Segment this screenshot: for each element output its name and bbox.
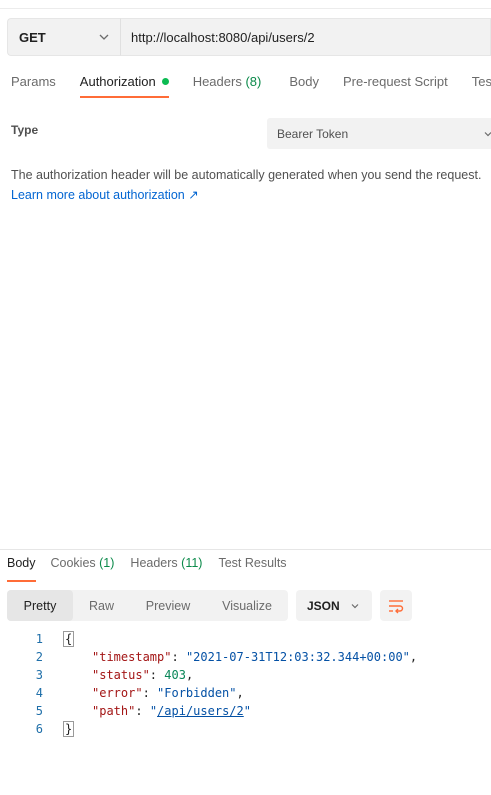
response-tabs: Body Cookies (1) Headers (11) Test Resul… — [0, 556, 287, 582]
close-brace: } — [63, 721, 75, 737]
line-number: 1 — [35, 632, 43, 646]
code-line: "status": 403, — [92, 668, 194, 682]
view-pretty-button[interactable]: Pretty — [7, 590, 73, 621]
line-number: 2 — [35, 650, 43, 664]
tab-pre-request-script[interactable]: Pre-request Script — [343, 66, 448, 98]
json-value: "2021-07-31T12:03:32.344+00:00" — [185, 650, 410, 664]
json-key: "status" — [92, 668, 150, 682]
json-value: 403 — [164, 668, 186, 682]
auth-type-value: Bearer Token — [277, 126, 349, 141]
chevron-down-icon — [484, 131, 491, 136]
tab-authorization[interactable]: Authorization — [79, 66, 169, 98]
tab-label: Params — [11, 74, 56, 89]
tab-headers[interactable]: Headers (8) — [193, 66, 262, 98]
view-mode-toggle: Pretty Raw Preview Visualize — [7, 590, 288, 621]
tab-count: (1) — [99, 556, 115, 570]
tab-label: Tests — [471, 74, 491, 89]
top-divider — [0, 8, 491, 9]
json-key: "error" — [92, 686, 143, 700]
line-number: 3 — [35, 668, 43, 682]
json-value: "Forbidden" — [157, 686, 237, 700]
json-quote: " — [243, 704, 251, 718]
wrap-lines-icon — [389, 599, 404, 613]
status-dot-icon — [161, 78, 169, 85]
json-key: "path" — [92, 704, 136, 718]
tab-cookies[interactable]: Cookies (1) — [51, 556, 115, 582]
auth-type-select[interactable]: Bearer Token — [267, 118, 491, 149]
tab-label: Headers — [130, 556, 182, 570]
method-select[interactable]: GET — [7, 18, 120, 56]
chevron-down-icon — [99, 34, 109, 40]
tab-label: Body — [7, 556, 36, 570]
tab-tests[interactable]: Tests — [472, 66, 491, 98]
tab-label: Body — [289, 74, 319, 89]
tab-label: Authorization — [79, 74, 156, 89]
view-raw-button[interactable]: Raw — [73, 590, 130, 621]
tab-params[interactable]: Params — [11, 66, 56, 98]
json-quote: " — [149, 704, 158, 718]
wrap-lines-button[interactable] — [380, 590, 412, 621]
code-line: "error": "Forbidden", — [92, 686, 244, 700]
tab-body[interactable]: Body — [289, 66, 319, 98]
view-visualize-button[interactable]: Visualize — [206, 590, 288, 621]
open-brace: { — [63, 631, 75, 647]
tab-test-results[interactable]: Test Results — [218, 556, 286, 582]
format-value: JSON — [307, 598, 340, 613]
json-key: "timestamp" — [92, 650, 172, 664]
code-line: } — [63, 721, 75, 737]
line-number: 5 — [35, 704, 43, 718]
view-preview-button[interactable]: Preview — [130, 590, 206, 621]
line-number: 4 — [35, 686, 43, 700]
tab-label: Test Results — [218, 556, 287, 570]
path-link[interactable]: /api/users/2 — [157, 704, 244, 718]
chevron-down-icon — [351, 603, 359, 608]
auth-info-text: The authorization header will be automat… — [11, 168, 482, 182]
code-line: "path": "/api/users/2" — [92, 704, 251, 718]
url-input[interactable]: http://localhost:8080/api/users/2 — [120, 18, 491, 56]
request-bar: GET http://localhost:8080/api/users/2 — [7, 18, 491, 56]
method-label: GET — [19, 29, 46, 45]
code-line: { — [63, 631, 75, 647]
format-select[interactable]: JSON — [296, 590, 372, 621]
request-tabs: Params Authorization Headers (8) Body Pr… — [0, 66, 491, 98]
line-number: 6 — [35, 722, 43, 736]
learn-more-link[interactable]: Learn more about authorization ↗ — [11, 187, 199, 202]
tab-response-body[interactable]: Body — [7, 556, 36, 582]
tab-label: Cookies — [50, 556, 100, 570]
tab-label: Headers — [192, 74, 246, 89]
tab-count: (11) — [181, 556, 203, 570]
tab-response-headers[interactable]: Headers (11) — [130, 556, 202, 582]
tab-label: Pre-request Script — [342, 74, 448, 89]
code-line: "timestamp": "2021-07-31T12:03:32.344+00… — [92, 650, 418, 664]
tab-count: (8) — [245, 74, 262, 89]
response-divider — [0, 549, 491, 550]
auth-type-label: Type — [11, 123, 39, 137]
